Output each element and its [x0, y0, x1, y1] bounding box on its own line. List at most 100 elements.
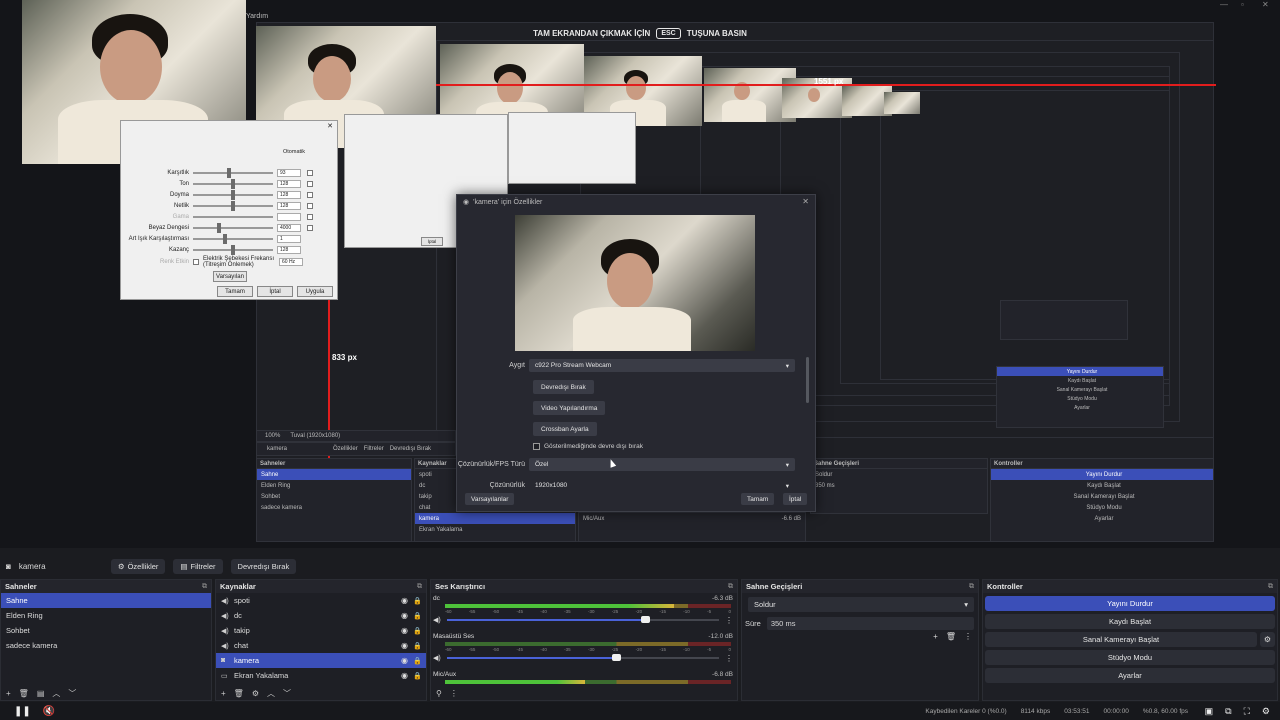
more-icon[interactable]: ⋮ [964, 632, 972, 641]
auto-checkbox[interactable] [307, 180, 313, 187]
auto-checkbox[interactable] [307, 213, 313, 220]
mute-icon[interactable]: 🔇 [43, 706, 55, 717]
ok-button[interactable]: Tamam [217, 286, 253, 297]
stop-streaming-button[interactable]: Yayını Durdur [985, 596, 1275, 611]
menu-help-fragment[interactable]: Yardım [246, 13, 268, 20]
source-item[interactable]: ▭ Ekran Yakalama ◉ 🔒 [216, 668, 426, 683]
slider-knob[interactable] [641, 616, 651, 623]
chevron-up-icon[interactable]: ︿ [52, 688, 60, 699]
gear-icon[interactable]: ⚙ [1262, 706, 1270, 717]
eye-icon[interactable]: ◉ [401, 671, 408, 680]
volume-slider[interactable] [446, 616, 719, 623]
trash-icon[interactable]: 🗑 [19, 689, 29, 698]
lock-icon[interactable]: 🔒 [413, 627, 422, 635]
volume-slider[interactable] [446, 654, 719, 661]
source-item[interactable]: ◙ kamera ◉ 🔒 [216, 653, 426, 668]
source-item[interactable]: ◀) dc ◉ 🔒 [216, 608, 426, 623]
speaker-icon[interactable]: ◀) [433, 616, 441, 624]
trash-icon[interactable]: 🗑 [234, 689, 244, 698]
scrollbar[interactable] [806, 357, 809, 403]
auto-checkbox[interactable] [307, 191, 313, 198]
maximize-icon[interactable]: ▫ [1241, 0, 1244, 9]
scene-item[interactable]: Elden Ring [1, 608, 211, 623]
start-virtual-camera-button[interactable]: Sanal Kamerayı Başlat [985, 632, 1257, 647]
dock-float-icon[interactable]: ⧉ [1268, 583, 1273, 591]
lock-icon[interactable]: 🔒 [413, 657, 422, 665]
add-icon[interactable]: + [221, 689, 226, 698]
fullscreen-icon[interactable]: ⛶ [1244, 706, 1250, 717]
deactivate-button[interactable]: Devredışı Bırak [533, 380, 594, 394]
lock-icon[interactable]: 🔒 [413, 597, 422, 605]
device-select[interactable]: c922 Pro Stream Webcam ▾ [529, 359, 795, 372]
chevron-down-icon[interactable]: ﹀ [283, 688, 291, 699]
pip-icon[interactable]: ⧉ [1225, 706, 1231, 717]
cancel-button[interactable]: İptal [257, 286, 293, 297]
scene-item[interactable]: Sohbet [1, 623, 211, 638]
speaker-icon[interactable]: ◀) [433, 654, 441, 662]
scene-item[interactable]: Sahne [1, 593, 211, 608]
eye-icon[interactable]: ◉ [401, 656, 408, 665]
add-icon[interactable]: + [6, 689, 11, 698]
filter-icon[interactable]: ▤ [37, 689, 45, 698]
video-config-button[interactable]: Video Yapılandırma [533, 401, 606, 415]
duration-input[interactable]: 350 ms [766, 617, 974, 630]
settings-button[interactable]: Ayarlar [985, 668, 1275, 683]
deactivate-when-hidden-checkbox[interactable]: Gösterilmediğinde devre dışı bırak [533, 443, 643, 450]
gear-icon[interactable]: ⚙ [1260, 632, 1275, 647]
more-icon[interactable]: ⋮ [725, 616, 733, 625]
source-item[interactable]: ◀) chat ◉ 🔒 [216, 638, 426, 653]
properties-button[interactable]: ⚙ Özellikler [110, 558, 166, 574]
source-item[interactable]: ◀) takip ◉ 🔒 [216, 623, 426, 638]
pause-icon[interactable]: ❚❚ [14, 706, 31, 717]
trash-icon[interactable]: 🗑 [946, 632, 956, 641]
resolution-select[interactable]: 1920x1080 ▾ [529, 479, 795, 492]
lock-icon[interactable]: 🔒 [413, 642, 422, 650]
auto-checkbox[interactable] [307, 202, 313, 209]
chevron-up-icon[interactable]: ︿ [267, 688, 275, 699]
add-icon[interactable]: + [933, 632, 938, 641]
eye-icon[interactable]: ◉ [401, 596, 408, 605]
eye-icon[interactable]: ◉ [401, 626, 408, 635]
close-icon[interactable]: ✕ [802, 197, 809, 206]
dock-float-icon[interactable]: ⧉ [202, 583, 207, 591]
link-icon[interactable]: ⚲ [436, 689, 442, 698]
dock-float-icon[interactable]: ⧉ [728, 583, 733, 591]
slider-knob[interactable] [611, 654, 621, 661]
auto-checkbox[interactable] [307, 169, 313, 176]
studio-mode-button[interactable]: Stüdyo Modu [985, 650, 1275, 665]
transition-select[interactable]: Soldur ▾ [748, 597, 974, 612]
lock-icon[interactable]: 🔒 [413, 612, 422, 620]
auto-checkbox[interactable] [193, 259, 199, 265]
camera-preview [515, 215, 755, 351]
defaults-button[interactable]: Varsayılan [213, 271, 247, 282]
eye-icon[interactable]: ◉ [401, 641, 408, 650]
meter-level [445, 604, 674, 608]
more-icon[interactable]: ⋮ [725, 654, 733, 663]
dock-float-icon[interactable]: ⧉ [417, 583, 422, 591]
preview-canvas[interactable]: 1551 px 833 px Yardım TAM EKRANDAN ÇIKMA… [0, 0, 1280, 548]
lock-icon[interactable]: 🔒 [413, 672, 422, 680]
apply-button[interactable]: Uygula [297, 286, 333, 297]
ok-button[interactable]: Tamam [741, 493, 775, 505]
crossbar-button[interactable]: Crossban Ayarla [533, 422, 597, 436]
auto-checkbox[interactable] [307, 224, 313, 231]
eye-icon[interactable]: ◉ [401, 611, 408, 620]
close-icon[interactable]: ✕ [327, 122, 333, 130]
more-icon[interactable]: ⋮ [450, 689, 458, 698]
checkbox-box[interactable] [533, 443, 540, 450]
source-item[interactable]: ◀) spoti ◉ 🔒 [216, 593, 426, 608]
filters-button[interactable]: ▤ Filtreler [173, 558, 223, 574]
deactivate-button[interactable]: Devredışı Bırak [230, 558, 297, 574]
camera-settings-dialog: ✕ Otomatik Karşıtlık 93 Ton 128 Doyma 12… [120, 120, 338, 300]
res-fps-select[interactable]: Özel ▾ [529, 458, 795, 471]
layout-icon[interactable]: ▣ [1205, 706, 1214, 717]
close-icon[interactable]: ✕ [1262, 0, 1269, 9]
minimize-icon[interactable]: — [1220, 0, 1228, 9]
scene-item[interactable]: sadece kamera [1, 638, 211, 653]
start-recording-button[interactable]: Kaydı Başlat [985, 614, 1275, 629]
cancel-button[interactable]: İptal [783, 493, 808, 505]
defaults-button[interactable]: Varsayılanlar [465, 493, 515, 505]
chevron-down-icon[interactable]: ﹀ [68, 688, 76, 699]
dock-float-icon[interactable]: ⧉ [969, 583, 974, 591]
gear-icon[interactable]: ⚙ [252, 689, 259, 698]
